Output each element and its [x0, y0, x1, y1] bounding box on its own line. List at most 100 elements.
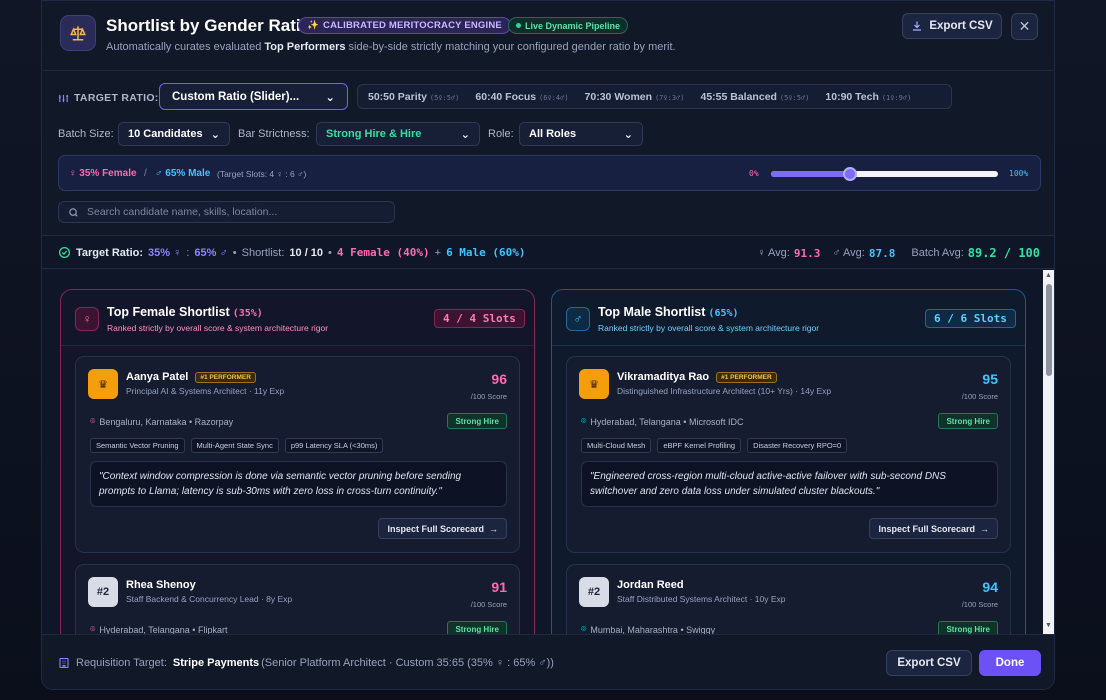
male-ratio-text: ♂ 65% Male: [155, 168, 211, 179]
candidate-card: #2 Rhea Shenoy Staff Backend & Concurren…: [75, 564, 520, 634]
subtitle-bold: Top Performers: [264, 41, 346, 53]
score-suffix: /100 Score: [470, 600, 507, 609]
candidate-name: Rhea Shenoy: [126, 579, 196, 591]
export-csv-footer-button[interactable]: Export CSV: [886, 650, 972, 676]
male-count: 6 Male (60%): [446, 246, 526, 259]
slider-handle[interactable]: [843, 167, 858, 181]
candidate-score: 91: [491, 579, 507, 595]
female-avg-value: 91.3: [793, 246, 821, 260]
female-title-text: Top Female Shortlist: [107, 305, 230, 319]
export-csv-button[interactable]: Export CSV: [902, 13, 1002, 39]
requisition-detail: (Senior Platform Architect · Custom 35:6…: [261, 657, 554, 669]
summary-right: ♀ Avg: 91.3 ♂ Avg: 87.8 Batch Avg: 89.2 …: [757, 246, 1040, 260]
slider-min-label: 0%: [749, 169, 759, 178]
skill-tag: Multi-Agent State Sync: [190, 438, 279, 453]
batch-size-value: 10 Candidates: [128, 128, 203, 140]
role-select[interactable]: All Roles ⌄: [519, 122, 643, 146]
download-icon: [913, 21, 922, 31]
ratio-select[interactable]: Custom Ratio (Slider)... ⌄: [159, 83, 348, 110]
batch-avg-label: Batch Avg:: [911, 247, 964, 259]
skill-tag: p99 Latency SLA (<30ms): [284, 438, 384, 453]
crown-icon: ♛: [88, 369, 118, 399]
location-pin-icon: ⌾: [90, 416, 96, 426]
role-value: All Roles: [529, 128, 577, 140]
candidate-location: ⌾ Mumbai, Maharashtra • Swiggy: [581, 624, 715, 634]
location-pin-icon: ⌾: [581, 416, 587, 426]
female-count: 4 Female (40%): [336, 246, 430, 259]
inspect-scorecard-button[interactable]: Inspect Full Scorecard →: [378, 518, 507, 539]
ratio-separator: /: [144, 168, 147, 179]
candidate-name: Aanya Patel #1 PERFORMER: [126, 371, 256, 383]
target-colon: :: [186, 246, 190, 259]
slider-fill: [771, 171, 851, 177]
slider-max-label: 100%: [1009, 169, 1029, 178]
score-suffix: /100 Score: [470, 392, 507, 401]
location-pin-icon: ⌾: [90, 624, 96, 634]
chevron-down-icon: ⌄: [460, 128, 470, 141]
preset-label: 45:55 Balanced: [700, 90, 777, 103]
female-shortlist-column: ♀ Top Female Shortlist (35%) Ranked stric…: [60, 289, 535, 634]
building-icon: [59, 657, 69, 669]
ratio-slider[interactable]: [771, 167, 998, 181]
preset-code: (5♀:5♂): [429, 93, 460, 102]
female-column-title: Top Female Shortlist (35%): [107, 305, 263, 319]
preset-code: (6♀:4♂): [539, 93, 569, 102]
chevron-down-icon: ⌄: [623, 128, 633, 141]
male-slots-badge: 6 / 6 Slots: [925, 309, 1016, 328]
candidate-quote: "Engineered cross-region multi-cloud act…: [581, 461, 998, 507]
target-ratio-summary-label: Target Ratio:: [76, 246, 144, 259]
search-input[interactable]: [87, 206, 377, 218]
batch-avg-value: 89.2 / 100: [967, 246, 1040, 260]
verdict-badge: Strong Hire: [447, 413, 507, 429]
search-icon: [69, 207, 78, 217]
batch-size-label: Batch Size:: [58, 128, 114, 140]
subtitle-text: Automatically curates evaluated: [106, 41, 265, 53]
male-pct: (65%): [708, 308, 739, 319]
candidate-name: Vikramaditya Rao #1 PERFORMER: [617, 371, 777, 383]
rank-badge: #2: [579, 577, 609, 607]
bar-strictness-label: Bar Strictness:: [238, 128, 310, 140]
candidate-quote: "Context window compression is done via …: [90, 461, 507, 507]
candidate-card: ♛ Aanya Patel #1 PERFORMER Principal AI &…: [75, 356, 520, 553]
live-badge: Live Dynamic Pipeline: [508, 17, 629, 34]
preset-45-55[interactable]: 45:55 Balanced (5♀:5♂): [700, 91, 809, 103]
summary-left: Target Ratio: 35% ♀ : 65% ♂ • Shortlist:…: [58, 246, 526, 259]
target-ratio-label: TARGET RATIO:: [58, 92, 159, 104]
engine-badge-label: CALIBRATED MERITOCRACY ENGINE: [323, 20, 502, 31]
preset-code: (5♀:5♂): [779, 93, 810, 102]
candidate-score: 96: [491, 371, 507, 387]
skill-tag: Disaster Recovery RPO=0: [747, 438, 848, 453]
preset-10-90[interactable]: 10:90 Tech (1♀:9♂): [825, 91, 911, 103]
scrollbar-thumb[interactable]: [1046, 284, 1052, 376]
preset-60-40[interactable]: 60:40 Focus (6♀:4♂): [475, 91, 568, 103]
inspect-scorecard-button[interactable]: Inspect Full Scorecard →: [869, 518, 998, 539]
candidate-location: ⌾ Bengaluru, Karnataka • Razorpay: [90, 416, 233, 427]
summary-bullet: •: [328, 246, 332, 259]
location-text: Hyderabad, Telangana • Microsoft IDC: [590, 416, 744, 427]
live-badge-label: Live Dynamic Pipeline: [525, 20, 621, 31]
male-column-title: Top Male Shortlist (65%): [598, 305, 739, 319]
arrow-right-icon: →: [489, 523, 498, 534]
verdict-badge: Strong Hire: [447, 621, 507, 634]
crown-icon: ♛: [579, 369, 609, 399]
batch-size-select[interactable]: 10 Candidates ⌄: [118, 122, 230, 146]
bar-strictness-select[interactable]: Strong Hire & Hire ⌄: [316, 122, 480, 146]
candidate-location: ⌾ Hyderabad, Telangana • Flipkart: [90, 624, 227, 634]
sparkle-icon: ✨: [307, 20, 320, 31]
preset-70-30[interactable]: 70:30 Women (7♀:3♂): [585, 91, 685, 103]
preset-code: (7♀:3♂): [654, 93, 685, 102]
bar-strictness-value: Strong Hire & Hire: [326, 128, 422, 140]
preset-label: 10:90 Tech: [825, 90, 879, 103]
skill-tag: Semantic Vector Pruning: [90, 438, 185, 453]
preset-50-50[interactable]: 50:50 Parity (5♀:5♂): [368, 91, 459, 103]
close-button[interactable]: ✕: [1011, 13, 1038, 40]
chevron-down-icon: ⌄: [325, 91, 335, 104]
modal-title: Shortlist by Gender Ratio: [106, 16, 311, 35]
requisition-target: Requisition Target: Stripe Payments (Sen…: [58, 657, 554, 669]
scroll-up-icon[interactable]: ▲: [1045, 272, 1052, 279]
done-button[interactable]: Done: [979, 650, 1041, 676]
scroll-down-icon[interactable]: ▼: [1045, 622, 1052, 629]
male-shortlist-column: ♂ Top Male Shortlist (65%) Ranked strictl…: [551, 289, 1026, 634]
subtitle-text-end: side-by-side strictly matching your conf…: [345, 41, 676, 53]
content-scrollbar[interactable]: ▲ ▼: [1043, 270, 1054, 634]
